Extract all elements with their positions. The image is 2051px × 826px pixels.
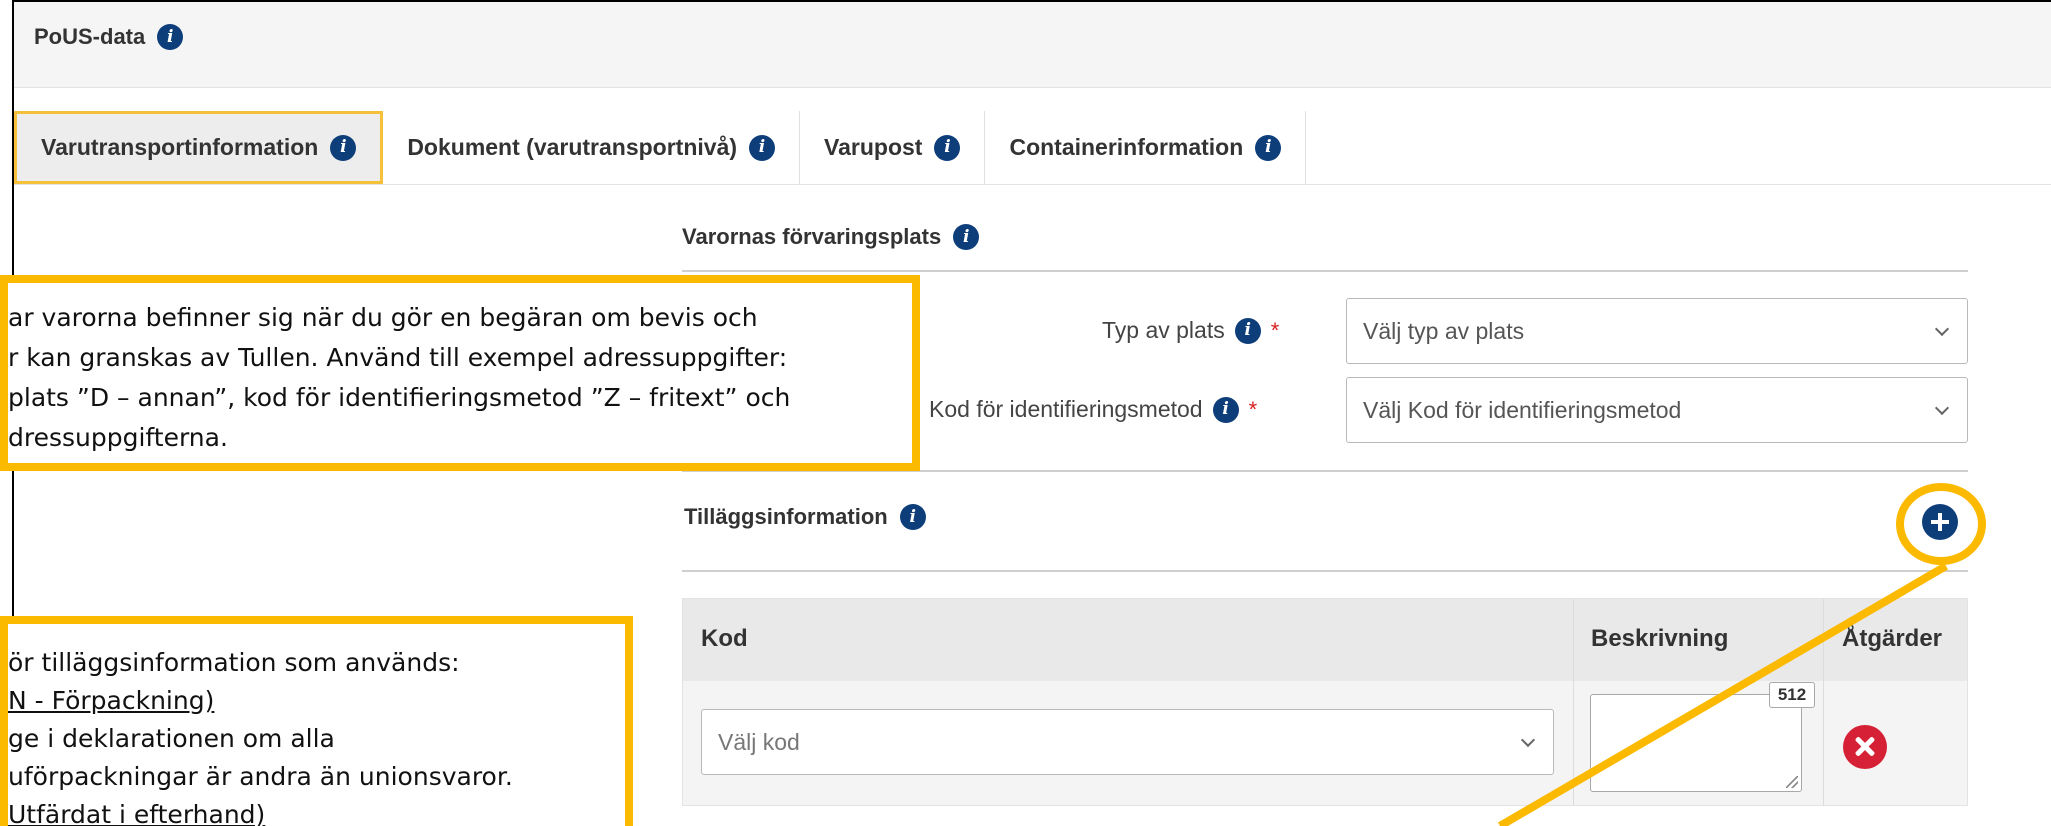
delete-row-button[interactable] <box>1843 725 1887 769</box>
code-select[interactable]: Välj kod <box>701 709 1554 775</box>
info-icon[interactable]: i <box>330 134 357 161</box>
column-divider <box>1823 599 1824 805</box>
info-icon[interactable]: i <box>157 24 184 50</box>
table-header-row: Kod Beskrivning Åtgärder <box>683 599 1967 681</box>
column-header-atgarder: Åtgärder <box>1842 625 1943 652</box>
callout-line: uförpackningar är andra än unionsvaror. <box>8 762 513 791</box>
info-icon[interactable]: i <box>1234 317 1261 344</box>
identification-method-label: Kod för identifieringsmetod i * <box>929 396 1257 423</box>
tab-varupost[interactable]: Varupost i <box>800 111 986 184</box>
tab-label: Varupost <box>824 134 923 160</box>
field-label-text: Kod för identifieringsmetod <box>929 396 1203 422</box>
select-placeholder: Välj typ av plats <box>1363 317 1525 344</box>
field-label-text: Typ av plats <box>1102 317 1225 343</box>
info-icon[interactable]: i <box>1255 134 1282 161</box>
callout-line: Utfärdat i efterhand) <box>8 800 266 826</box>
section-divider <box>682 570 1968 572</box>
additional-info-section-title: Tilläggsinformation i <box>684 504 926 530</box>
column-divider <box>1573 599 1574 805</box>
callout-additional-info: ör tilläggsinformation som används: N - … <box>0 616 633 826</box>
tab-containerinformation[interactable]: Containerinformation i <box>985 111 1307 184</box>
chevron-down-icon <box>1520 732 1536 748</box>
select-placeholder: Välj Kod för identifieringsmetod <box>1363 396 1682 423</box>
pous-header-bar: PoUS-data i <box>14 2 2051 88</box>
type-of-place-label: Typ av plats i * <box>1102 317 1279 344</box>
tab-label: Varutransportinformation <box>41 134 319 160</box>
callout-line: ge i deklarationen om alla <box>8 724 335 753</box>
callout-line: ör tilläggsinformation som används: <box>8 648 460 677</box>
tab-label: Dokument (varutransportnivå) <box>407 134 738 160</box>
info-icon[interactable]: i <box>899 504 926 530</box>
chevron-down-icon <box>1934 400 1950 416</box>
tab-bar: Varutransportinformation i Dokument (var… <box>14 111 1307 184</box>
info-icon[interactable]: i <box>953 224 980 250</box>
select-placeholder: Välj kod <box>718 728 800 755</box>
column-header-kod: Kod <box>701 625 748 652</box>
tab-label: Containerinformation <box>1009 134 1244 160</box>
tab-bar-divider <box>14 184 2051 185</box>
chevron-down-icon <box>1934 321 1950 337</box>
required-asterisk: * <box>1270 317 1280 343</box>
storage-section-title: Varornas förvaringsplats i <box>682 224 980 250</box>
callout-line: dressuppgifterna. <box>8 423 228 452</box>
section-title-text: Tilläggsinformation <box>684 504 888 529</box>
section-divider <box>682 270 1968 272</box>
description-textarea[interactable] <box>1590 694 1802 792</box>
callout-line: ar varorna befinner sig när du gör en be… <box>8 303 758 332</box>
callout-line: plats ”D – annan”, kod för identifiering… <box>8 383 791 412</box>
page-title: PoUS-data i <box>34 24 184 50</box>
column-header-beskrivning: Beskrivning <box>1591 625 1729 652</box>
callout-storage-place: ar varorna befinner sig när du gör en be… <box>0 275 920 471</box>
add-button-highlight-ring <box>1896 483 1986 565</box>
tab-varutransportinformation[interactable]: Varutransportinformation i <box>14 111 384 184</box>
section-title-text: Varornas förvaringsplats <box>682 224 942 249</box>
resize-handle[interactable] <box>1786 776 1798 788</box>
identification-method-select[interactable]: Välj Kod för identifieringsmetod <box>1346 377 1968 443</box>
required-asterisk: * <box>1248 396 1258 422</box>
tab-dokument[interactable]: Dokument (varutransportnivå) i <box>383 111 801 184</box>
info-icon[interactable]: i <box>1212 396 1239 423</box>
character-counter: 512 <box>1769 682 1815 708</box>
type-of-place-select[interactable]: Välj typ av plats <box>1346 298 1968 364</box>
info-icon[interactable]: i <box>749 134 776 161</box>
callout-line: N - Förpackning) <box>8 686 215 715</box>
page-title-text: PoUS-data <box>34 24 146 49</box>
callout-line: r kan granskas av Tullen. Använd till ex… <box>8 343 788 372</box>
info-icon[interactable]: i <box>934 134 961 161</box>
